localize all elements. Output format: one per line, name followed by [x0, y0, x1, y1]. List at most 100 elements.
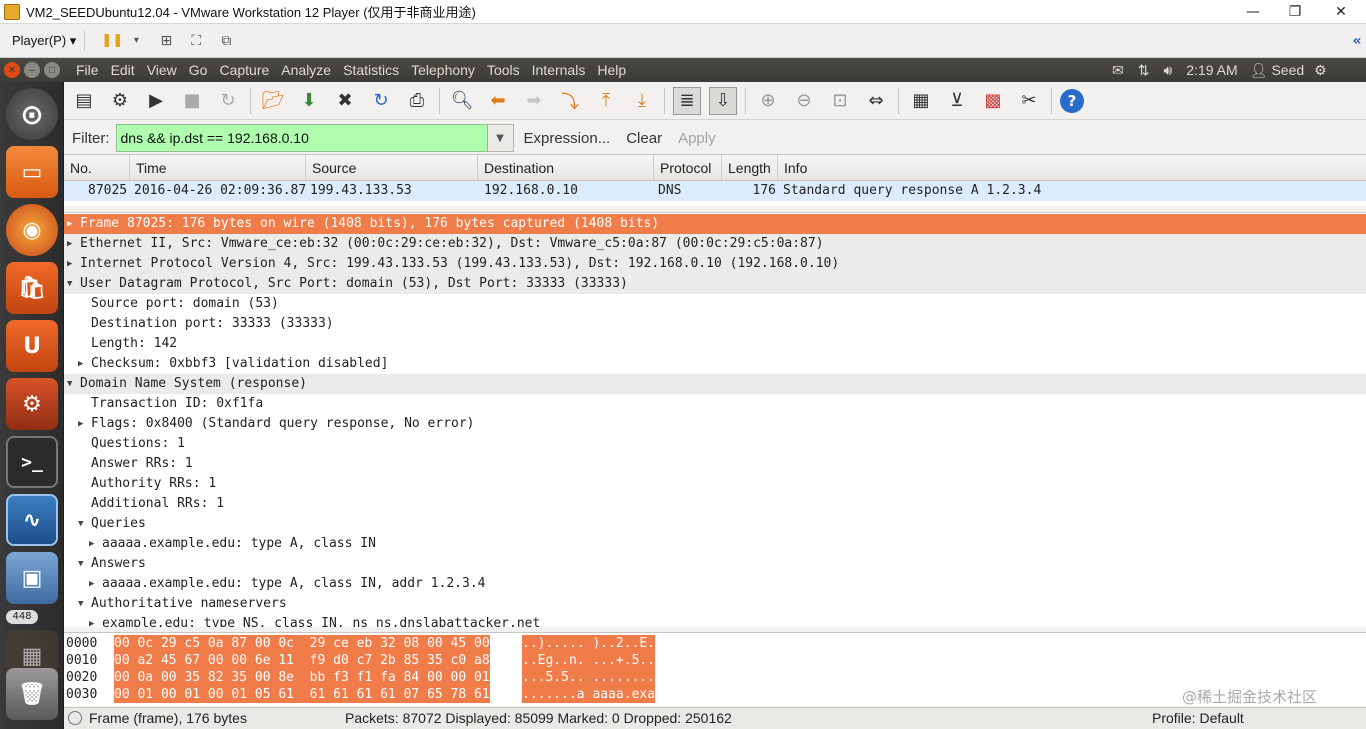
column-header-destination[interactable]: Destination: [478, 155, 654, 181]
trash-icon[interactable]: 🗑︎: [6, 668, 58, 720]
find-packet-icon[interactable]: 🔍︎: [448, 87, 476, 115]
detail-row-dns[interactable]: ▼ Domain Name System (response): [64, 374, 1366, 394]
window-maximize-icon[interactable]: □: [44, 62, 60, 78]
go-forward-icon[interactable]: ➡: [520, 87, 548, 115]
help-icon[interactable]: ?: [1060, 88, 1084, 113]
collapse-arrow-icon[interactable]: ▼: [78, 594, 88, 614]
detail-row-queries[interactable]: ▼ Queries: [64, 514, 1366, 534]
detail-row-ns-entry[interactable]: ▶ example.edu: type NS, class IN, ns ns.d…: [64, 614, 1366, 627]
menu-go[interactable]: Go: [189, 62, 208, 78]
normal-size-icon[interactable]: ⊡: [826, 87, 854, 115]
files-folder-icon[interactable]: ▭: [6, 146, 58, 198]
menu-capture[interactable]: Capture: [219, 62, 269, 78]
restore-button[interactable]: ❐: [1272, 0, 1318, 24]
expand-arrow-icon[interactable]: ▶: [78, 414, 88, 434]
user-name[interactable]: Seed: [1271, 62, 1304, 78]
window-minimize-icon[interactable]: –: [24, 62, 40, 78]
detail-row-source-port[interactable]: Source port: domain (53): [64, 294, 1366, 314]
pause-icon[interactable]: ❚❚: [101, 30, 123, 52]
settings-gear-icon[interactable]: ⚙: [1314, 62, 1327, 79]
menu-analyze[interactable]: Analyze: [281, 62, 331, 78]
expert-info-icon[interactable]: [68, 711, 82, 725]
detail-row-authoritative-ns[interactable]: ▼ Authoritative nameservers: [64, 594, 1366, 614]
detail-row-transaction-id[interactable]: Transaction ID: 0xf1fa: [64, 394, 1366, 414]
window-close-icon[interactable]: ✕: [4, 62, 20, 78]
menu-view[interactable]: View: [147, 62, 177, 78]
detail-row-frame[interactable]: ▶ Frame 87025: 176 bytes on wire (1408 bi…: [64, 214, 1366, 234]
display-filters-icon[interactable]: ⊻: [943, 87, 971, 115]
go-back-icon[interactable]: ⬅: [484, 87, 512, 115]
column-header-length[interactable]: Length: [722, 155, 778, 181]
expand-arrow-icon[interactable]: ▶: [78, 354, 88, 374]
zoom-out-icon[interactable]: ⊖: [790, 87, 818, 115]
menu-tools[interactable]: Tools: [487, 62, 520, 78]
detail-row-additional-rrs[interactable]: Additional RRs: 1: [64, 494, 1366, 514]
minimize-button[interactable]: —: [1230, 0, 1276, 24]
detail-row-ipv4[interactable]: ▶ Internet Protocol Version 4, Src: 199.4…: [64, 254, 1366, 274]
menu-help[interactable]: Help: [597, 62, 626, 78]
detail-row-udp[interactable]: ▼ User Datagram Protocol, Src Port: domai…: [64, 274, 1366, 294]
detail-row-flags[interactable]: ▶ Flags: 0x8400 (Standard query response,…: [64, 414, 1366, 434]
expand-arrow-icon[interactable]: ▶: [89, 614, 99, 627]
player-menu[interactable]: Player(P) ▾: [12, 33, 76, 49]
preferences-icon[interactable]: ✂: [1015, 87, 1043, 115]
open-file-icon[interactable]: 📂︎: [259, 87, 287, 115]
volume-icon[interactable]: 🔊︎: [1163, 62, 1172, 79]
send-ctrl-alt-del-icon[interactable]: ⊞: [155, 30, 177, 52]
pause-dropdown-icon[interactable]: ▾: [125, 30, 147, 52]
clock[interactable]: 2:19 AM: [1186, 62, 1237, 78]
save-file-icon[interactable]: ⬇: [295, 87, 323, 115]
resize-columns-icon[interactable]: ⇔: [862, 87, 890, 115]
apply-button[interactable]: Apply: [678, 130, 716, 147]
menu-statistics[interactable]: Statistics: [343, 62, 399, 78]
detail-row-destination-port[interactable]: Destination port: 33333 (33333): [64, 314, 1366, 334]
collapse-arrow-icon[interactable]: ▼: [67, 374, 77, 394]
expand-arrow-icon[interactable]: ▶: [89, 534, 99, 554]
expression-button[interactable]: Expression...: [524, 130, 611, 147]
dash-home-icon[interactable]: ⊙: [6, 88, 58, 140]
detail-row-questions[interactable]: Questions: 1: [64, 434, 1366, 454]
menu-internals[interactable]: Internals: [532, 62, 586, 78]
detail-row-answer-entry[interactable]: ▶ aaaaa.example.edu: type A, class IN, ad…: [64, 574, 1366, 594]
system-settings-icon[interactable]: ⚙: [6, 378, 58, 430]
collapse-arrow-icon[interactable]: ▼: [67, 274, 77, 294]
filter-history-dropdown[interactable]: ▼: [487, 124, 514, 152]
menu-edit[interactable]: Edit: [111, 62, 135, 78]
restart-capture-icon[interactable]: ↻: [214, 87, 242, 115]
column-header-time[interactable]: Time: [130, 155, 306, 181]
expand-arrow-icon[interactable]: ▶: [67, 254, 77, 274]
screenshot-icon[interactable]: ▣: [6, 552, 58, 604]
ubuntu-one-icon[interactable]: U: [6, 320, 58, 372]
auto-scroll-icon[interactable]: ⇩: [709, 86, 737, 115]
close-file-icon[interactable]: ✖: [331, 87, 359, 115]
detail-row-length[interactable]: Length: 142: [64, 334, 1366, 354]
coloring-rules-icon[interactable]: ▩: [979, 87, 1007, 115]
colorize-icon[interactable]: ≣: [673, 86, 701, 115]
detail-row-query-entry[interactable]: ▶ aaaaa.example.edu: type A, class IN: [64, 534, 1366, 554]
print-icon[interactable]: ⎙: [403, 87, 431, 115]
start-capture-icon[interactable]: ▶: [142, 87, 170, 115]
capture-options-icon[interactable]: ⚙: [106, 87, 134, 115]
expand-arrow-icon[interactable]: ▶: [67, 214, 77, 234]
collapse-arrow-icon[interactable]: ▼: [78, 514, 88, 534]
menu-telephony[interactable]: Telephony: [411, 62, 475, 78]
interfaces-icon[interactable]: ▤: [70, 87, 98, 115]
expand-arrow-icon[interactable]: ▶: [67, 234, 77, 254]
detail-row-answer-rrs[interactable]: Answer RRs: 1: [64, 454, 1366, 474]
collapse-icon[interactable]: «: [1346, 30, 1366, 52]
column-header-info[interactable]: Info: [778, 155, 1366, 181]
column-header-source[interactable]: Source: [306, 155, 478, 181]
status-profile[interactable]: Profile: Default: [1152, 710, 1244, 726]
firefox-icon[interactable]: ◉: [6, 204, 58, 256]
detail-row-checksum[interactable]: ▶ Checksum: 0xbbf3 [validation disabled]: [64, 354, 1366, 374]
column-header-no[interactable]: No.: [64, 155, 130, 181]
display-filter-input[interactable]: [115, 124, 488, 152]
close-button[interactable]: ✕: [1318, 0, 1364, 24]
detail-row-authority-rrs[interactable]: Authority RRs: 1: [64, 474, 1366, 494]
unity-icon[interactable]: ⧉: [215, 30, 237, 52]
menu-file[interactable]: File: [76, 62, 99, 78]
fullscreen-icon[interactable]: ⛶: [185, 30, 207, 52]
wireshark-icon[interactable]: ∿: [6, 494, 58, 546]
reload-icon[interactable]: ↻: [367, 87, 395, 115]
stop-capture-icon[interactable]: ■: [178, 87, 206, 115]
